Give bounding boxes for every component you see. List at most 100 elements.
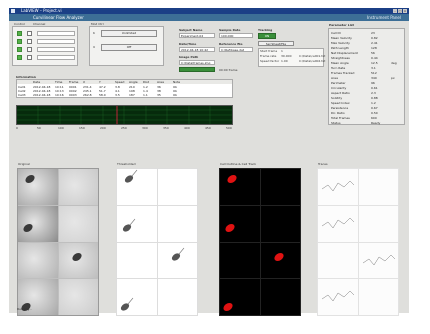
image-tile [156,168,198,206]
result-row: Status Ready [331,121,404,125]
image-tile [317,278,359,316]
panel-traces-title: Traces [318,162,328,166]
k-selector[interactable]: Unlimited [101,30,157,37]
result-value: 0.67 [371,106,378,110]
cell-shape [171,247,184,261]
result-row: Circularity 0.61 [331,86,404,90]
option-2-checkbox[interactable] [27,39,32,44]
option-4-checkbox[interactable] [27,55,32,60]
image-tile [116,204,158,243]
outline-image-panel [219,168,301,316]
result-value: 0.50 [371,111,378,115]
threshold-image-panel [116,168,198,316]
result-row: Perimeter 96 [331,81,404,85]
axis-tick-label: 500 [226,126,232,130]
subject-name-field[interactable]: Experiment-02 [179,33,215,38]
result-key: Status [331,121,341,125]
trace-path [362,254,395,265]
subject-title: Subject Name [179,28,203,32]
banner-right-label: Instrument Panel [366,15,401,20]
image-tile [259,241,301,280]
result-row: Max Velocity 2.41 [331,41,404,45]
original-image-panel [17,168,99,316]
image-tile [116,168,158,206]
tracking-title: Tracking [258,28,273,32]
axis-tick-label: 450 [205,126,211,130]
result-key: Frames Tracked [331,71,355,75]
cell-outline [223,303,233,312]
result-key: Mean Angle [331,61,349,65]
channel-1-field[interactable] [37,31,75,36]
maximize-button[interactable]: □ [398,9,402,13]
image-tile [156,278,198,316]
result-value: 12.5 [371,61,378,65]
channel-3-field[interactable] [37,47,75,52]
trace-path [321,290,355,302]
select-sheet-button[interactable]: Sel Sheet/File [258,41,294,46]
option-3-checkbox[interactable] [27,47,32,52]
table-cell: Y [99,80,101,84]
result-value: 56 [371,51,375,55]
result-row: Total Frames 600 [331,116,404,120]
image-tile [219,241,261,280]
result-row: Aspect Ratio 2.3 [331,91,404,95]
minimize-button[interactable]: – [393,9,397,13]
frame-rate-value[interactable]: 30.000 [281,54,292,58]
result-row: Solidity 0.88 [331,96,404,100]
date-field[interactable]: 2012-04-18 10:42 [179,47,215,52]
table-cell: Frame [69,80,79,84]
reference-file-field[interactable]: C:\Ref\base.dat [219,47,253,52]
image-tile [219,168,261,206]
traces-panel [317,168,399,316]
channel-2-field[interactable] [37,39,75,44]
channel-1-checkbox[interactable] [17,31,22,36]
channel-4-field[interactable] [37,55,75,60]
image-tile [58,242,98,279]
channel-3-checkbox[interactable] [17,47,22,52]
table-cell: 3.5 [115,93,120,97]
table-cell: Speed [115,80,125,84]
channel-4-checkbox[interactable] [17,55,22,60]
signal-graph [16,105,233,125]
tracking-toggle[interactable]: ON [258,33,276,39]
result-row: Mean Angle 12.5 deg [331,61,404,65]
image-tile [259,204,301,243]
result-row: Speed Index 1.2 [331,101,404,105]
image-path-field[interactable]: C:\Data\frames.img [179,60,215,65]
result-key: Perimeter [331,81,346,85]
table-cell: Cell3 [18,93,26,97]
result-key: Max Velocity [331,41,350,45]
image-tile [156,241,198,280]
channel-2-checkbox[interactable] [17,39,22,44]
app-icon [11,9,15,13]
image-tile [18,169,58,205]
speed-factor-label: Speed factor [260,59,280,63]
sample-rate-field[interactable]: 100.000 [219,33,253,38]
result-row: Turn Rate 3.1 [331,66,404,70]
option-1-checkbox[interactable] [27,31,32,36]
result-value: 0.44 [371,56,378,60]
u-selector[interactable]: Off [101,44,157,51]
cell-outline [273,252,284,261]
result-value: 0.61 [371,86,378,90]
table-cell: 187 [129,93,135,97]
axis-tick-label: 50 [37,126,41,130]
image-tile [18,205,58,242]
result-value: 512 [371,71,377,75]
status-text: Running… [17,307,33,311]
table-cell: 35 [157,93,161,97]
start-frame-value[interactable]: 1 [281,49,283,53]
result-value: 2.41 [371,41,378,45]
result-key: Mean Velocity [331,36,352,40]
close-button[interactable]: × [403,9,407,13]
u-label: U [93,45,96,49]
result-value: Ready [371,121,381,125]
image-tile [219,204,261,243]
table-cell: Ok [173,93,178,97]
axis-tick-label: 250 [121,126,127,130]
axis-tick-label: 150 [79,126,85,130]
image-tile [156,204,198,243]
speed-factor-value[interactable]: 1.00 [281,59,288,63]
result-key: Speed Index [331,101,350,105]
result-key: Area [331,76,338,80]
